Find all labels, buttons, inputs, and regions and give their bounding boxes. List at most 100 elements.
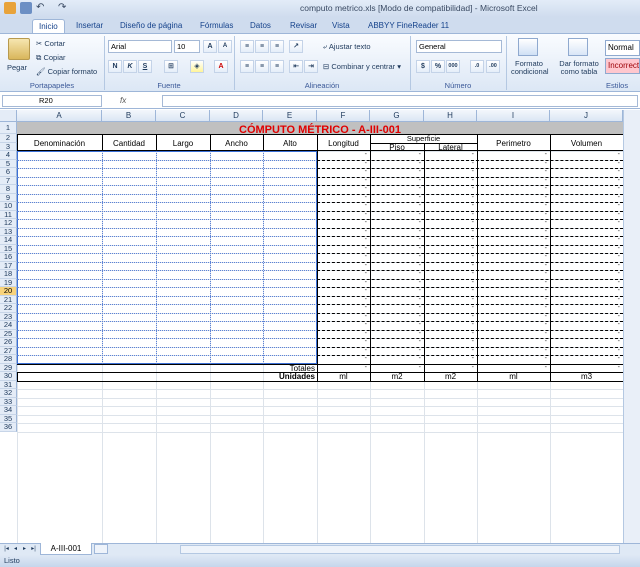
data-row-line: [17, 236, 317, 237]
bold-icon[interactable]: N: [108, 60, 122, 73]
data-row-line: [17, 312, 317, 314]
grow-font-icon[interactable]: A: [203, 40, 217, 53]
empty-value: -: [471, 227, 474, 235]
prev-sheet-icon[interactable]: ◂: [11, 545, 20, 554]
horizontal-scrollbar[interactable]: [180, 545, 620, 554]
tab-insertar[interactable]: Insertar: [70, 19, 109, 33]
tab-vista[interactable]: Vista: [326, 19, 356, 33]
empty-value: -: [544, 338, 547, 345]
last-sheet-icon[interactable]: ▸|: [29, 545, 38, 554]
empty-value: -: [418, 185, 421, 192]
first-sheet-icon[interactable]: |◂: [2, 545, 11, 554]
align-right-icon[interactable]: ≡: [270, 60, 284, 73]
empty-value: -: [471, 304, 474, 311]
data-row-line: [17, 270, 317, 271]
column-header[interactable]: D: [210, 110, 263, 122]
align-center-icon[interactable]: ≡: [255, 60, 269, 73]
empty-value: -: [617, 159, 620, 167]
tab-inicio[interactable]: Inicio: [32, 19, 65, 33]
paste-icon[interactable]: [8, 38, 30, 60]
formula-input[interactable]: [162, 95, 638, 107]
cut-button[interactable]: ✂ Cortar: [36, 39, 65, 48]
undo-icon[interactable]: ↶: [36, 2, 48, 14]
redo-icon[interactable]: ↷: [58, 2, 70, 14]
tab-diseno-pagina[interactable]: Diseño de página: [114, 19, 188, 33]
tab-formulas[interactable]: Fórmulas: [194, 19, 239, 33]
fx-icon[interactable]: fx: [120, 95, 160, 107]
align-left-icon[interactable]: ≡: [240, 60, 254, 73]
font-name-combo[interactable]: Arial: [108, 40, 172, 53]
column-header[interactable]: H: [424, 110, 477, 122]
column-header[interactable]: J: [550, 110, 623, 122]
column-header[interactable]: E: [263, 110, 317, 122]
fill-color-icon[interactable]: ◈: [190, 60, 204, 73]
thousands-icon[interactable]: 000: [446, 60, 460, 73]
borders-icon[interactable]: ⊞: [164, 60, 178, 73]
vertical-scrollbar[interactable]: [623, 110, 640, 543]
empty-value: -: [617, 329, 620, 337]
tab-datos[interactable]: Datos: [244, 19, 277, 33]
empty-value: -: [471, 321, 474, 328]
insert-sheet-icon[interactable]: [94, 544, 108, 554]
empty-value: -: [364, 304, 367, 311]
italic-icon[interactable]: K: [123, 60, 137, 73]
empty-value: -: [418, 312, 421, 320]
empty-value: -: [544, 312, 547, 320]
wrap-text-button[interactable]: ⤶ Ajustar texto: [323, 42, 371, 52]
format-painter-button[interactable]: 🖌 Copiar formato: [36, 67, 97, 76]
copy-button[interactable]: ⧉ Copiar: [36, 53, 66, 63]
number-format-combo[interactable]: General: [416, 40, 502, 53]
column-header[interactable]: G: [370, 110, 424, 122]
conditional-format-icon[interactable]: [518, 38, 538, 56]
empty-value: -: [471, 202, 474, 209]
empty-value: -: [471, 312, 474, 320]
format-table-icon[interactable]: [568, 38, 588, 56]
save-icon[interactable]: [20, 2, 32, 14]
tab-abbyy[interactable]: ABBYY FineReader 11: [362, 19, 455, 33]
orientation-icon[interactable]: ↗: [289, 40, 303, 53]
empty-value: -: [617, 151, 620, 158]
office-button-icon[interactable]: [4, 2, 16, 14]
increase-indent-icon[interactable]: ⇥: [304, 60, 318, 73]
column-header[interactable]: B: [102, 110, 156, 122]
empty-value: -: [617, 236, 620, 243]
conditional-format-label[interactable]: Formato condicional: [511, 60, 549, 76]
font-color-icon[interactable]: A: [214, 60, 228, 73]
column-header[interactable]: I: [477, 110, 550, 122]
align-middle-icon[interactable]: ≡: [255, 40, 269, 53]
paste-label[interactable]: Pegar: [7, 63, 27, 72]
tab-revisar[interactable]: Revisar: [284, 19, 323, 33]
percent-icon[interactable]: %: [431, 60, 445, 73]
column-header[interactable]: C: [156, 110, 210, 122]
shrink-font-icon[interactable]: A: [218, 40, 232, 53]
font-size-combo[interactable]: 10: [174, 40, 200, 53]
style-incorrect[interactable]: Incorrecto: [605, 58, 640, 74]
data-col-line: [156, 151, 157, 364]
align-bottom-icon[interactable]: ≡: [270, 40, 284, 53]
column-header[interactable]: A: [17, 110, 102, 122]
align-top-icon[interactable]: ≡: [240, 40, 254, 53]
empty-value: -: [471, 253, 474, 260]
sheet-tab-a-iii-001[interactable]: A-III-001: [40, 543, 92, 555]
decrease-indent-icon[interactable]: ⇤: [289, 60, 303, 73]
increase-decimal-icon[interactable]: .0: [470, 60, 484, 73]
currency-icon[interactable]: $: [416, 60, 430, 73]
unit-value: ml: [509, 372, 518, 381]
merge-center-button[interactable]: ⊟ Combinar y centrar ▾: [323, 62, 401, 71]
next-sheet-icon[interactable]: ▸: [20, 545, 29, 554]
column-header[interactable]: F: [317, 110, 370, 122]
empty-value: -: [544, 202, 547, 209]
name-box[interactable]: R20: [2, 95, 102, 107]
styles-group-label: Estilos: [606, 81, 629, 90]
underline-icon[interactable]: S: [138, 60, 152, 73]
select-all-corner[interactable]: [0, 110, 17, 122]
empty-value: -: [364, 278, 367, 286]
empty-value: -: [364, 270, 367, 277]
empty-value: -: [617, 304, 620, 311]
row-header[interactable]: 36: [0, 422, 17, 432]
style-normal[interactable]: Normal: [605, 40, 640, 56]
decrease-decimal-icon[interactable]: .00: [486, 60, 500, 73]
format-table-label[interactable]: Dar formato como tabla: [556, 60, 602, 76]
column-title: Denominación: [33, 139, 86, 148]
empty-value: -: [418, 227, 421, 235]
